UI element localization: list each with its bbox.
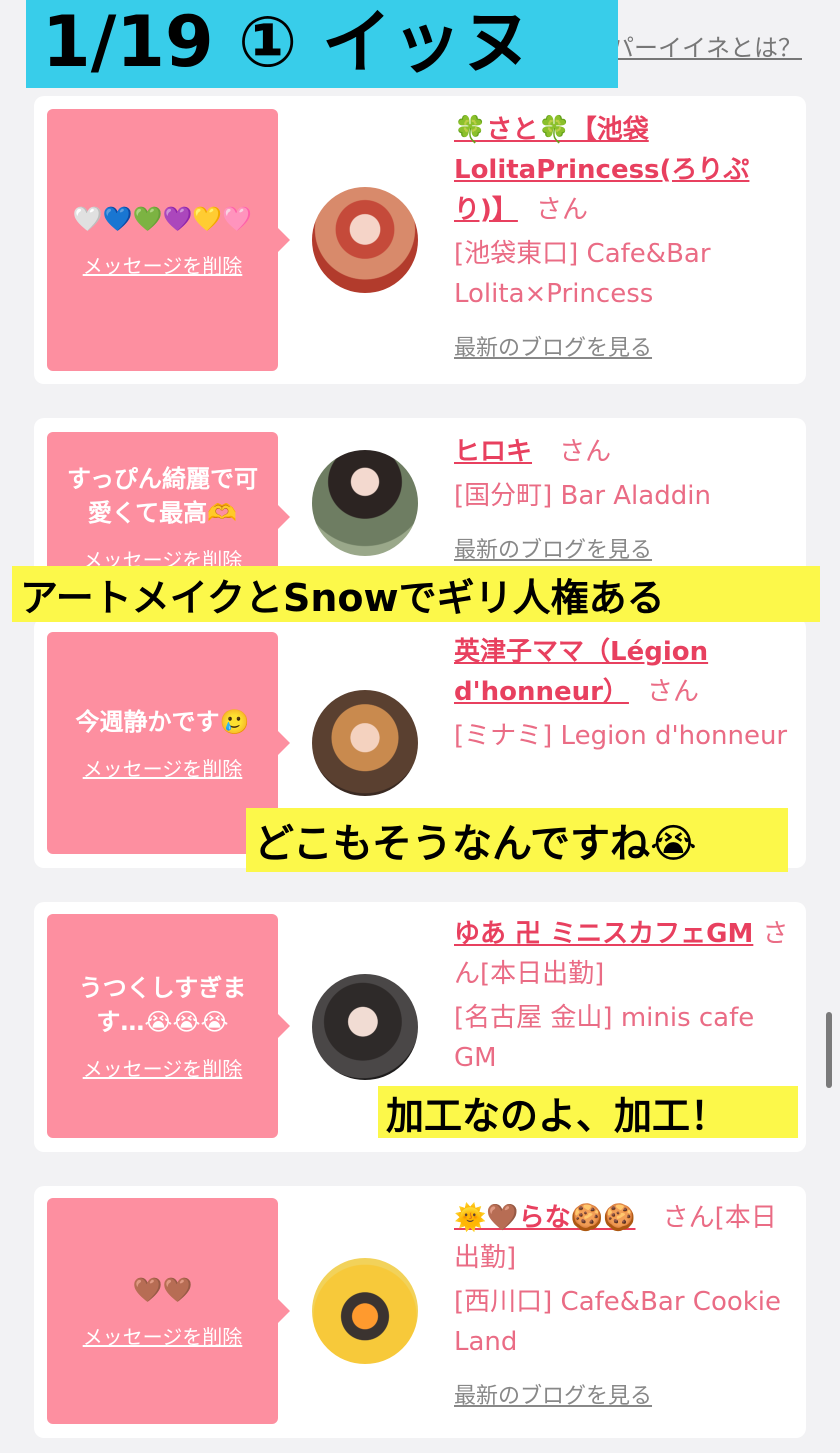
- list-item: 🤎🤎 メッセージを削除 🌞🤎らな🍪🍪 さん[本日出勤] [西川口] Cafe&B…: [34, 1186, 806, 1438]
- shop-name: [国分町] Bar Aladdin: [454, 481, 711, 511]
- avatar[interactable]: [312, 187, 418, 293]
- message-text: うつくしすぎます…😭😭😭: [78, 973, 247, 1036]
- profile-info: 🌞🤎らな🍪🍪 さん[本日出勤] [西川口] Cafe&Bar Cookie La…: [454, 1198, 794, 1410]
- shop-name: [ミナミ] Legion d'honneur: [454, 721, 788, 751]
- message-text: すっぴん綺麗で可愛くて最高🫶: [66, 464, 259, 527]
- latest-blog-link[interactable]: 最新のブログを見る: [454, 330, 652, 362]
- help-link[interactable]: パーイイネとは？: [610, 28, 810, 63]
- caption-subtitle: 加工なのよ、加工！: [378, 1086, 798, 1138]
- profile-info: 英津子ママ（Légion d'honneur） さん [ミナミ] Legion …: [454, 632, 794, 756]
- honorific: さん: [647, 677, 700, 707]
- message-text: 🤎🤎: [132, 1275, 193, 1304]
- profile-name-link[interactable]: 🍀さと🍀【池袋LolitaPrincess(ろりぷり)】: [454, 115, 749, 225]
- message-bubble: うつくしすぎます…😭😭😭 メッセージを削除: [47, 914, 290, 1138]
- caption-subtitle: アートメイクとSnowでギリ人権ある: [12, 566, 820, 622]
- profile-name-link[interactable]: 🌞🤎らな🍪🍪: [454, 1203, 636, 1233]
- latest-blog-link[interactable]: 最新のブログを見る: [454, 532, 652, 564]
- profile-info: 🍀さと🍀【池袋LolitaPrincess(ろりぷり)】 さん [池袋東口] C…: [454, 110, 794, 362]
- delete-message-link[interactable]: メッセージを削除: [83, 1321, 243, 1350]
- profile-info: ヒロキ さん [国分町] Bar Aladdin 最新のブログを見る: [454, 432, 794, 564]
- delete-message-link[interactable]: メッセージを削除: [83, 1053, 243, 1082]
- message-text: 今週静かです🥲: [75, 707, 250, 736]
- shop-name: [名古屋 金山] minis cafe GM: [454, 1003, 755, 1073]
- avatar[interactable]: [312, 1258, 418, 1364]
- list-item: 🤍💙💚💜💛🩷 メッセージを削除 🍀さと🍀【池袋LolitaPrincess(ろり…: [34, 96, 806, 384]
- delete-message-link[interactable]: メッセージを削除: [83, 753, 243, 782]
- profile-name-link[interactable]: ゆあ 卍 ミニスカフェGM: [454, 919, 753, 949]
- scrollbar[interactable]: [826, 1012, 832, 1088]
- latest-blog-link[interactable]: 最新のブログを見る: [454, 1378, 652, 1410]
- delete-message-link[interactable]: メッセージを削除: [83, 250, 243, 279]
- profile-info: ゆあ 卍 ミニスカフェGM さん[本日出勤] [名古屋 金山] minis ca…: [454, 914, 794, 1078]
- message-bubble: 🤎🤎 メッセージを削除: [47, 1198, 290, 1424]
- honorific: さん: [536, 195, 589, 225]
- caption-subtitle: どこもそうなんですね😭: [246, 808, 788, 872]
- video-title-label: 1/19 ① イッヌ: [26, 0, 618, 88]
- message-bubble: 🤍💙💚💜💛🩷 メッセージを削除: [47, 109, 290, 371]
- avatar[interactable]: [312, 974, 418, 1080]
- message-bubble: 今週静かです🥲 メッセージを削除: [47, 632, 290, 854]
- avatar[interactable]: [312, 690, 418, 796]
- shop-name: [池袋東口] Cafe&Bar Lolita×Princess: [454, 239, 711, 309]
- honorific: さん: [559, 437, 612, 467]
- avatar[interactable]: [312, 450, 418, 556]
- shop-name: [西川口] Cafe&Bar Cookie Land: [454, 1287, 782, 1357]
- message-text: 🤍💙💚💜💛🩷: [72, 204, 253, 233]
- profile-name-link[interactable]: ヒロキ: [454, 437, 532, 467]
